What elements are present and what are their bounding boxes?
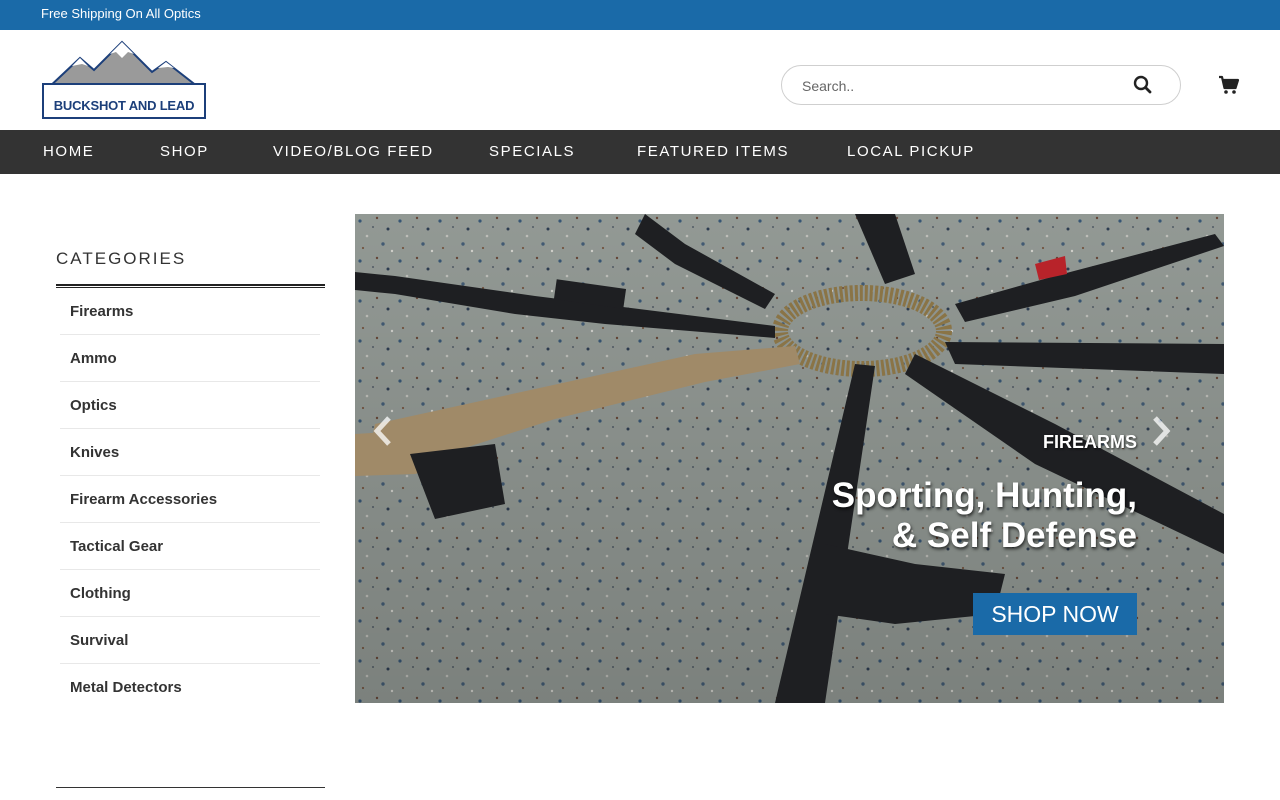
category-clothing[interactable]: Clothing bbox=[60, 570, 320, 617]
category-firearms[interactable]: Firearms bbox=[60, 288, 320, 335]
category-metal-detectors[interactable]: Metal Detectors bbox=[60, 664, 320, 711]
main-nav: HOME SHOP VIDEO/BLOG FEED SPECIALS FEATU… bbox=[0, 130, 1280, 174]
category-survival[interactable]: Survival bbox=[60, 617, 320, 664]
categories-sidebar: CATEGORIES Firearms Ammo Optics Knives F… bbox=[56, 248, 325, 711]
site-logo[interactable]: BUCKSHOT AND LEAD bbox=[42, 40, 206, 120]
announcement-bar: Free Shipping On All Optics bbox=[0, 0, 1280, 30]
categories-title: CATEGORIES bbox=[56, 249, 187, 268]
shop-now-button[interactable]: SHOP NOW bbox=[973, 593, 1137, 635]
hero-title-line-1: Sporting, Hunting, bbox=[831, 476, 1137, 515]
chevron-right-icon[interactable] bbox=[1145, 414, 1175, 448]
hero-title-line-2: & Self Defense bbox=[891, 516, 1137, 555]
nav-item-home[interactable]: HOME bbox=[43, 143, 94, 160]
hero-eyebrow: FIREARMS bbox=[1043, 432, 1137, 452]
sidebar-bottom-divider bbox=[56, 787, 325, 788]
categories-list: Firearms Ammo Optics Knives Firearm Acce… bbox=[60, 288, 320, 711]
category-ammo[interactable]: Ammo bbox=[60, 335, 320, 382]
logo-text: BUCKSHOT AND LEAD bbox=[53, 98, 195, 113]
nav-item-featured-items[interactable]: FEATURED ITEMS bbox=[637, 143, 789, 160]
category-firearm-accessories[interactable]: Firearm Accessories bbox=[60, 476, 320, 523]
category-optics[interactable]: Optics bbox=[60, 382, 320, 429]
hero-title: Sporting, Hunting, & Self Defense bbox=[717, 476, 1137, 556]
search-input[interactable] bbox=[802, 76, 1122, 96]
category-knives[interactable]: Knives bbox=[60, 429, 320, 476]
hero-slider: FIREARMS Sporting, Hunting, & Self Defen… bbox=[355, 214, 1224, 703]
search-box bbox=[781, 65, 1181, 105]
shopping-cart-icon[interactable] bbox=[1218, 74, 1240, 96]
nav-item-local-pickup[interactable]: LOCAL PICKUP bbox=[847, 143, 975, 160]
nav-item-shop[interactable]: SHOP bbox=[160, 143, 209, 160]
chevron-left-icon[interactable] bbox=[369, 414, 399, 448]
search-icon[interactable] bbox=[1132, 74, 1154, 96]
nav-item-specials[interactable]: SPECIALS bbox=[489, 143, 575, 160]
category-tactical-gear[interactable]: Tactical Gear bbox=[60, 523, 320, 570]
nav-item-video-blog-feed[interactable]: VIDEO/BLOG FEED bbox=[273, 143, 434, 160]
site-header: BUCKSHOT AND LEAD bbox=[0, 30, 1280, 130]
announcement-text: Free Shipping On All Optics bbox=[41, 6, 201, 21]
